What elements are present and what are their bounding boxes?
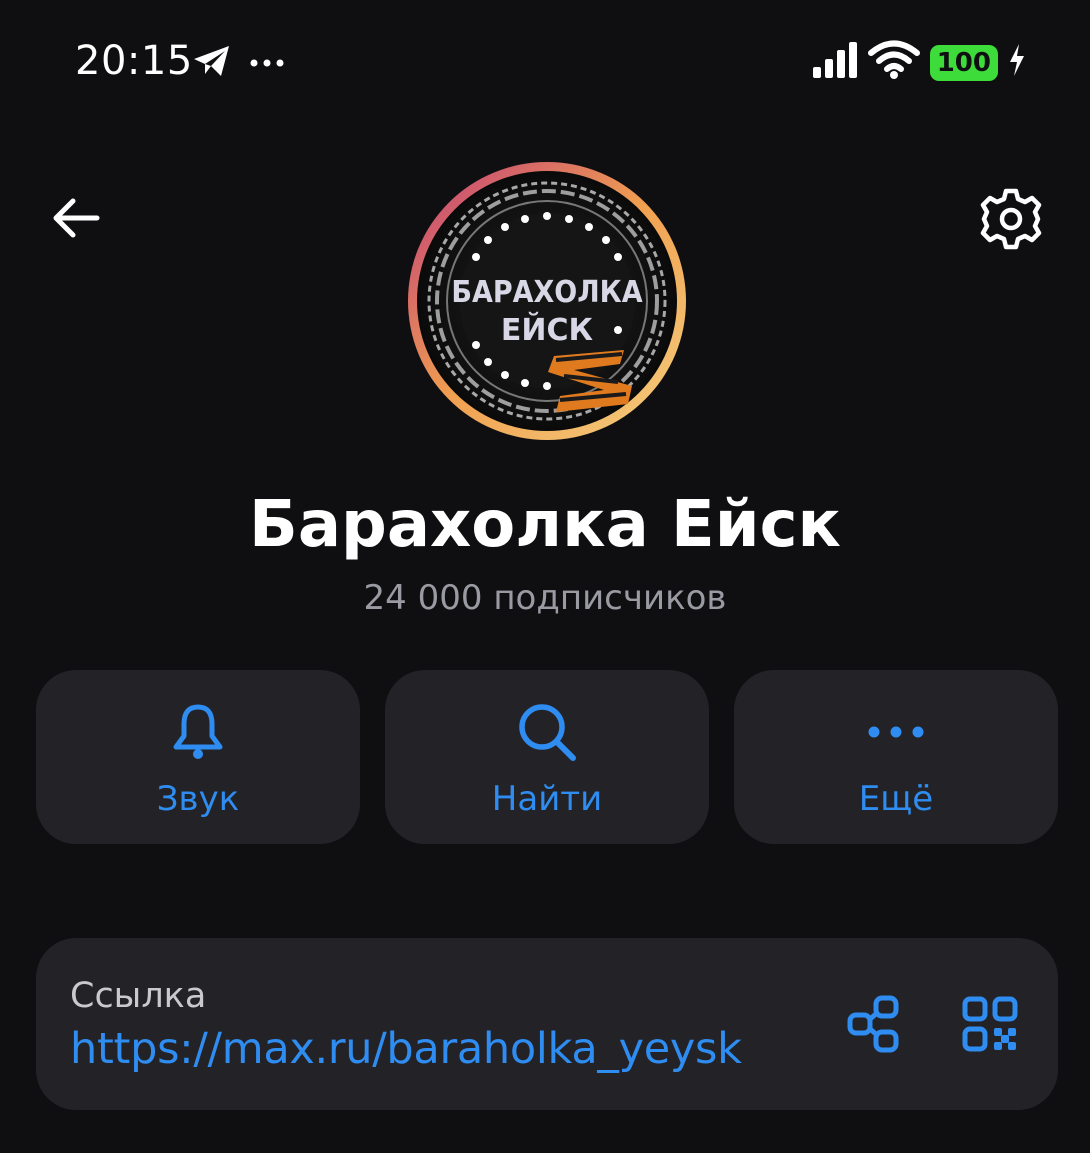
gear-icon bbox=[980, 188, 1042, 250]
link-label: Ссылка bbox=[70, 976, 207, 1016]
more-dots-icon bbox=[250, 55, 284, 73]
status-right-icons: 100 bbox=[812, 40, 1026, 85]
status-left-icons bbox=[192, 44, 284, 83]
link-card: Ссылка https://max.ru/baraholka_yeysk bbox=[36, 938, 1058, 1110]
telegram-plane-icon bbox=[192, 44, 232, 83]
action-buttons: Звук Найти Ещё bbox=[36, 670, 1058, 844]
status-bar: 20:15 100 bbox=[0, 0, 1090, 125]
search-label: Найти bbox=[491, 779, 603, 819]
qr-code-button[interactable] bbox=[960, 994, 1020, 1054]
search-icon bbox=[515, 697, 579, 767]
svg-text:БАРАХОЛКА: БАРАХОЛКА bbox=[451, 275, 642, 310]
qr-code-icon bbox=[962, 996, 1018, 1052]
more-label: Ещё bbox=[858, 779, 934, 819]
bell-icon bbox=[168, 697, 228, 767]
sound-label: Звук bbox=[156, 779, 240, 819]
more-dots-icon bbox=[868, 697, 924, 767]
share-button[interactable] bbox=[844, 994, 904, 1054]
channel-title: Барахолка Ейск bbox=[249, 488, 841, 562]
settings-button[interactable] bbox=[978, 186, 1044, 252]
signal-icon bbox=[812, 41, 858, 84]
channel-profile-screen: 20:15 100 БАРАХОЛКА ЕЙСК Барахолка Ейск … bbox=[0, 0, 1090, 1153]
charging-bolt-icon bbox=[1008, 43, 1026, 82]
arrow-left-icon bbox=[53, 198, 100, 238]
svg-text:ЕЙСК: ЕЙСК bbox=[501, 312, 594, 348]
subscriber-count: 24 000 подписчиков bbox=[363, 578, 727, 618]
status-time: 20:15 bbox=[75, 38, 193, 84]
share-icon bbox=[847, 995, 899, 1053]
search-button[interactable]: Найти bbox=[385, 670, 709, 844]
sound-button[interactable]: Звук bbox=[36, 670, 360, 844]
channel-avatar[interactable]: БАРАХОЛКА ЕЙСК bbox=[406, 160, 688, 442]
channel-link[interactable]: https://max.ru/baraholka_yeysk bbox=[70, 1024, 742, 1074]
battery-level: 100 bbox=[929, 44, 998, 81]
wifi-icon bbox=[867, 40, 920, 85]
back-button[interactable] bbox=[48, 190, 104, 246]
more-button[interactable]: Ещё bbox=[734, 670, 1058, 844]
